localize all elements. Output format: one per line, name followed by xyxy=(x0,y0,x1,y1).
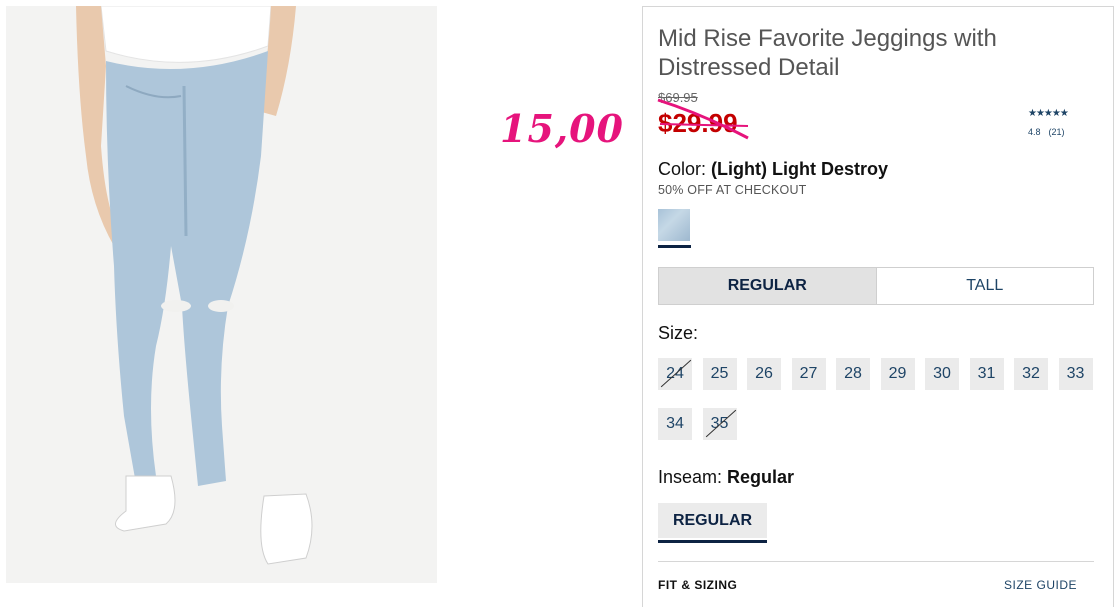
color-swatch[interactable] xyxy=(658,209,690,241)
size-option-28[interactable]: 28 xyxy=(836,358,870,390)
color-selection: Color: (Light) Light Destroy xyxy=(658,159,888,180)
swatch-selected-indicator xyxy=(658,245,691,248)
promo-message: 50% OFF AT CHECKOUT xyxy=(658,183,807,197)
rating-summary: 4.8 (21) xyxy=(1028,127,1068,137)
size-option-32[interactable]: 32 xyxy=(1014,358,1048,390)
section-divider xyxy=(658,561,1094,562)
rating-value: 4.8 xyxy=(1028,127,1041,137)
size-option-25[interactable]: 25 xyxy=(702,358,737,390)
inseam-selected-indicator xyxy=(658,540,767,543)
original-price: $69.95 xyxy=(658,90,698,105)
size-label: Size: xyxy=(658,323,699,343)
size-option-34[interactable]: 34 xyxy=(658,408,692,440)
product-title: Mid Rise Favorite Jeggings with Distress… xyxy=(658,25,997,81)
size-option-29[interactable]: 29 xyxy=(880,358,915,390)
rating-stars-icon: ★★★★★ xyxy=(1028,108,1069,119)
size-option-26[interactable]: 26 xyxy=(747,358,781,390)
review-count-link[interactable]: (21) xyxy=(1049,127,1065,137)
size-option-24[interactable]: 24 xyxy=(658,358,692,390)
handwritten-price-note: 15,00 xyxy=(500,106,624,151)
product-image[interactable] xyxy=(6,6,437,583)
size-guide-link[interactable]: SIZE GUIDE xyxy=(1004,578,1077,592)
color-label: Color: xyxy=(658,159,707,179)
color-value: (Light) Light Destroy xyxy=(711,159,889,179)
inseam-regular-button[interactable]: REGULAR xyxy=(658,503,767,538)
size-option-27[interactable]: 27 xyxy=(791,358,826,390)
product-rating[interactable]: ★★★★★ 4.8 (21) xyxy=(1028,108,1069,137)
inseam-value: Regular xyxy=(727,467,795,487)
fit-sizing-heading[interactable]: FIT & SIZING xyxy=(658,578,737,592)
size-option-31[interactable]: 31 xyxy=(969,358,1004,390)
sale-price: $29.99 xyxy=(658,108,738,138)
inseam-selection: Inseam: Regular xyxy=(658,467,794,488)
fit-tall-button[interactable]: TALL xyxy=(875,268,1093,304)
inseam-label: Inseam: xyxy=(658,467,723,487)
fit-regular-button[interactable]: REGULAR xyxy=(659,268,876,304)
size-option-35[interactable]: 35 xyxy=(702,408,737,440)
fit-toggle: REGULAR TALL xyxy=(658,267,1094,305)
size-option-33[interactable]: 33 xyxy=(1058,358,1093,390)
size-option-30[interactable]: 30 xyxy=(925,358,959,390)
